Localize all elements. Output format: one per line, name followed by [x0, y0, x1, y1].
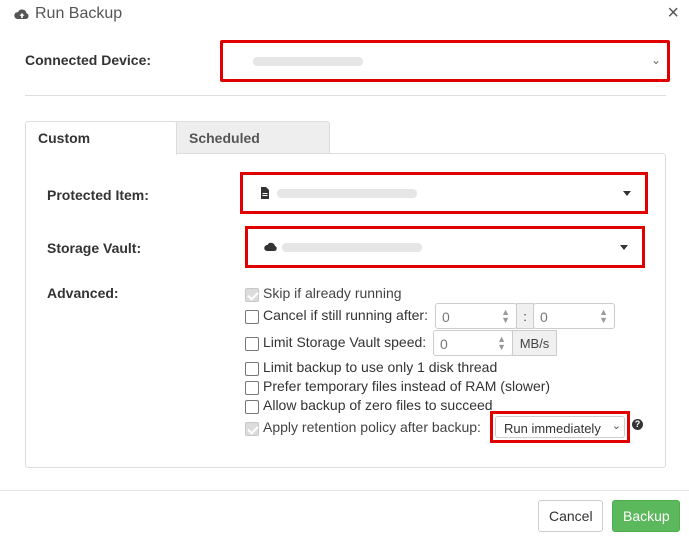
- caret-down-icon: [623, 191, 631, 196]
- one-thread-checkbox[interactable]: [245, 362, 259, 376]
- dialog-title: Run Backup: [35, 5, 123, 22]
- advanced-label: Advanced:: [47, 285, 119, 301]
- chevron-down-icon: ⌄: [650, 53, 661, 67]
- close-icon[interactable]: ×: [667, 3, 679, 23]
- cancel-running-label: Cancel if still running after:: [263, 307, 428, 323]
- spinner-icon[interactable]: ▲ ▼: [501, 308, 510, 325]
- redacted-storage-vault: [282, 243, 422, 252]
- temp-files-checkbox[interactable]: [245, 381, 259, 395]
- temp-files-label: Prefer temporary files instead of RAM (s…: [263, 378, 551, 394]
- limit-speed-input[interactable]: 0 ▲ ▼: [433, 330, 513, 356]
- help-icon[interactable]: ?: [632, 419, 643, 430]
- speed-unit: MB/s: [512, 330, 557, 356]
- protected-item-label: Protected Item:: [47, 187, 149, 203]
- cancel-minutes-input[interactable]: 0 ▲ ▼: [533, 303, 615, 329]
- retention-checkbox[interactable]: [245, 422, 259, 436]
- cloud-upload-icon: [14, 9, 29, 19]
- zero-files-checkbox[interactable]: [245, 400, 259, 414]
- limit-speed-value: 0: [440, 336, 448, 352]
- retention-label: Apply retention policy after backup:: [263, 419, 481, 435]
- retention-timing-value: Run immediately: [495, 416, 625, 438]
- tab-custom[interactable]: Custom: [25, 121, 177, 155]
- skip-running-label: Skip if already running: [263, 285, 402, 301]
- file-icon: [261, 187, 269, 199]
- limit-speed-label: Limit Storage Vault speed:: [263, 334, 427, 350]
- dialog-titlebar: Run Backup ×: [0, 0, 689, 32]
- redacted-device-name: [253, 57, 363, 66]
- cloud-icon: [264, 242, 277, 251]
- chevron-down-icon: ⌄: [611, 420, 621, 432]
- cancel-hours-value: 0: [442, 309, 450, 325]
- redacted-protected-item: [277, 189, 417, 198]
- skip-running-checkbox[interactable]: [245, 288, 259, 302]
- storage-vault-label: Storage Vault:: [47, 240, 142, 256]
- caret-down-icon: [620, 245, 628, 250]
- limit-speed-checkbox[interactable]: [245, 337, 259, 351]
- backup-button[interactable]: Backup: [612, 500, 680, 532]
- connected-device-select[interactable]: ⌄: [220, 40, 670, 82]
- spinner-icon[interactable]: ▲ ▼: [599, 308, 608, 325]
- divider: [25, 95, 666, 96]
- cancel-running-checkbox[interactable]: [245, 310, 259, 324]
- cancel-hours-input[interactable]: 0 ▲ ▼: [435, 303, 517, 329]
- zero-files-label: Allow backup of zero files to succeed: [263, 397, 493, 413]
- retention-timing-text: Run immediately: [504, 421, 601, 436]
- time-separator: :: [516, 303, 534, 329]
- storage-vault-select[interactable]: [245, 226, 645, 268]
- spinner-icon[interactable]: ▲ ▼: [497, 335, 506, 352]
- cancel-minutes-value: 0: [540, 309, 548, 325]
- tab-scheduled[interactable]: Scheduled: [176, 121, 330, 154]
- protected-item-select[interactable]: [240, 172, 648, 214]
- retention-timing-select[interactable]: Run immediately ⌄: [490, 411, 630, 443]
- cancel-button[interactable]: Cancel: [538, 500, 603, 532]
- connected-device-label: Connected Device:: [25, 52, 152, 68]
- one-thread-label: Limit backup to use only 1 disk thread: [263, 359, 498, 375]
